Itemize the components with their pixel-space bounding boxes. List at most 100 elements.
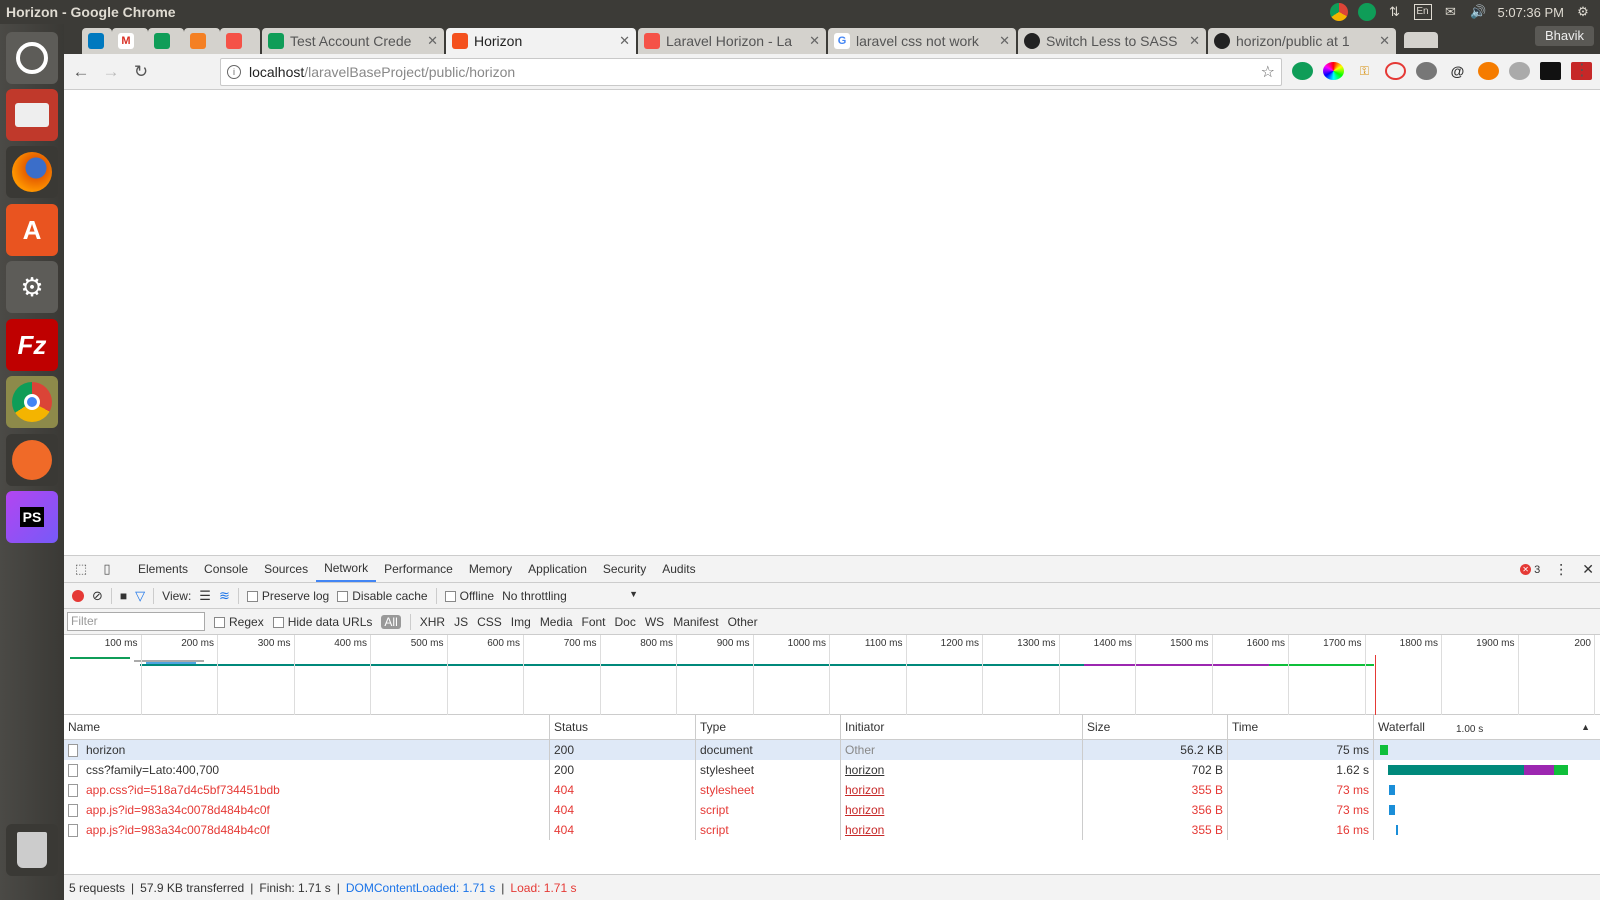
extension-block-icon[interactable] — [1385, 62, 1406, 80]
cell-initiator[interactable]: horizon — [841, 820, 1083, 840]
capture-screenshots-icon[interactable]: ■ — [120, 589, 127, 603]
extension-orange-icon[interactable] — [1478, 62, 1499, 80]
tab-audits[interactable]: Audits — [654, 556, 703, 582]
tab-horizon[interactable]: Horizon ✕ — [446, 28, 636, 54]
column-waterfall[interactable]: Waterfall 1.00 s ▲ — [1374, 715, 1600, 739]
mail-icon[interactable]: ✉ — [1442, 3, 1460, 21]
network-icon[interactable]: ⇅ — [1386, 3, 1404, 21]
large-rows-icon[interactable]: ☰ — [199, 588, 211, 604]
filter-type-css[interactable]: CSS — [477, 615, 502, 629]
extension-cloud-icon[interactable] — [1416, 62, 1437, 80]
table-row[interactable]: horizon 200 document Other 56.2 KB 75 ms — [64, 740, 1600, 760]
filezilla-icon[interactable]: Fz — [6, 319, 58, 371]
tab-laravel-css[interactable]: Glaravel css not work ✕ — [828, 28, 1016, 54]
filter-type-manifest[interactable]: Manifest — [673, 615, 718, 629]
cell-initiator[interactable]: horizon — [841, 760, 1083, 780]
tab-application[interactable]: Application — [520, 556, 595, 582]
cell-initiator[interactable]: horizon — [841, 780, 1083, 800]
ubuntu-home-icon[interactable] — [6, 32, 58, 84]
regex-checkbox[interactable]: Regex — [214, 615, 264, 629]
back-arrow-icon[interactable]: ← — [68, 59, 94, 85]
filter-icon[interactable]: ▽ — [135, 588, 145, 604]
column-name[interactable]: Name — [64, 715, 550, 739]
system-settings-icon[interactable]: ⚙ — [6, 261, 58, 313]
filter-type-doc[interactable]: Doc — [615, 615, 636, 629]
volume-icon[interactable]: 🔊 — [1470, 3, 1488, 21]
column-type[interactable]: Type — [696, 715, 841, 739]
table-row[interactable]: app.js?id=983a34c0078d484b4c0f 404 script h… — [64, 820, 1600, 840]
pinned-tab-trello[interactable] — [82, 28, 112, 54]
chrome-launcher-icon[interactable] — [6, 376, 58, 428]
filter-type-font[interactable]: Font — [582, 615, 606, 629]
tab-network[interactable]: Network — [316, 556, 377, 582]
filter-type-img[interactable]: Img — [511, 615, 531, 629]
chrome-tray-icon[interactable] — [1329, 3, 1348, 21]
tab-memory[interactable]: Memory — [461, 556, 520, 582]
filter-type-xhr[interactable]: XHR — [420, 615, 445, 629]
overview-icon[interactable]: ≋ — [219, 588, 230, 604]
column-size[interactable]: Size — [1083, 715, 1228, 739]
disable-cache-checkbox[interactable]: Disable cache — [337, 589, 428, 603]
close-icon[interactable]: ✕ — [999, 33, 1010, 49]
network-overview-timeline[interactable]: 100 ms 200 ms 300 ms 400 ms 500 ms 600 ms 700 … — [64, 635, 1600, 715]
software-center-icon[interactable]: A — [6, 204, 58, 256]
table-row[interactable]: css?family=Lato:400,700 200 stylesheet hori… — [64, 760, 1600, 780]
clock[interactable]: 5:07:36 PM — [1498, 5, 1565, 20]
table-row[interactable]: app.js?id=983a34c0078d484b4c0f 404 script h… — [64, 800, 1600, 820]
info-icon[interactable]: i — [227, 65, 241, 79]
postman-icon[interactable] — [6, 434, 58, 486]
offline-checkbox[interactable]: Offline — [444, 589, 494, 603]
filter-type-js[interactable]: JS — [454, 615, 468, 629]
pinned-tab-gmail[interactable]: M — [112, 28, 148, 54]
pinned-tab-stackoverflow[interactable] — [184, 28, 220, 54]
devtools-menu-icon[interactable]: ⋮ — [1554, 561, 1568, 578]
table-row[interactable]: app.css?id=518a7d4c5bf734451bdb 404 styles… — [64, 780, 1600, 800]
reload-icon[interactable]: ↻ — [128, 59, 154, 85]
tab-sources[interactable]: Sources — [256, 556, 316, 582]
address-bar[interactable]: i localhost/laravelBaseProject/public/ho… — [220, 58, 1282, 86]
tab-test-account[interactable]: Test Account Crede ✕ — [262, 28, 444, 54]
pinned-tab-laravel[interactable] — [220, 28, 260, 54]
extension-shield-icon[interactable] — [1509, 62, 1530, 80]
record-icon[interactable] — [72, 589, 84, 602]
chrome-menu-icon[interactable]: ⋮ — [1574, 60, 1590, 80]
filter-type-all[interactable]: All — [381, 614, 401, 629]
extension-green-icon[interactable] — [1292, 62, 1313, 80]
phpstorm-icon[interactable]: PS — [6, 491, 58, 543]
tab-horizon-public[interactable]: horizon/public at 1 ✕ — [1208, 28, 1396, 54]
extension-at-icon[interactable]: @ — [1447, 62, 1468, 80]
extension-key-icon[interactable]: ⚿ — [1354, 62, 1375, 80]
hangouts-tray-icon[interactable] — [1357, 3, 1376, 21]
column-initiator[interactable]: Initiator — [841, 715, 1083, 739]
close-devtools-icon[interactable]: ✕ — [1582, 561, 1594, 578]
tab-elements[interactable]: Elements — [130, 556, 196, 582]
tab-security[interactable]: Security — [595, 556, 654, 582]
error-count-badge[interactable]: ✕ 3 — [1520, 564, 1540, 576]
bookmark-star-icon[interactable]: ☆ — [1261, 62, 1275, 82]
tab-laravel-horizon[interactable]: Laravel Horizon - La ✕ — [638, 28, 826, 54]
column-time[interactable]: Time — [1228, 715, 1374, 739]
extension-dark-icon[interactable] — [1540, 62, 1561, 80]
inspect-element-icon[interactable]: ⬚ — [68, 556, 94, 582]
filter-type-ws[interactable]: WS — [645, 615, 664, 629]
tab-performance[interactable]: Performance — [376, 556, 461, 582]
keyboard-layout-indicator[interactable]: En — [1413, 4, 1432, 20]
trash-icon[interactable] — [6, 824, 58, 876]
cell-initiator[interactable]: horizon — [841, 800, 1083, 820]
firefox-icon[interactable] — [6, 146, 58, 198]
profile-button[interactable]: Bhavik — [1534, 26, 1594, 46]
filter-input[interactable]: Filter — [67, 612, 205, 631]
column-status[interactable]: Status — [550, 715, 696, 739]
tab-console[interactable]: Console — [196, 556, 256, 582]
preserve-log-checkbox[interactable]: Preserve log — [246, 589, 329, 603]
filter-type-media[interactable]: Media — [540, 615, 573, 629]
close-icon[interactable]: ✕ — [809, 33, 820, 49]
close-icon[interactable]: ✕ — [1379, 33, 1390, 49]
forward-arrow-icon[interactable]: → — [98, 59, 124, 85]
close-icon[interactable]: ✕ — [1189, 33, 1200, 49]
file-archive-icon[interactable] — [6, 89, 58, 141]
throttling-select[interactable]: No throttling ▼ — [502, 589, 638, 603]
filter-type-other[interactable]: Other — [728, 615, 758, 629]
extension-colorpicker-icon[interactable] — [1323, 62, 1344, 80]
new-tab-button[interactable] — [1404, 32, 1438, 48]
